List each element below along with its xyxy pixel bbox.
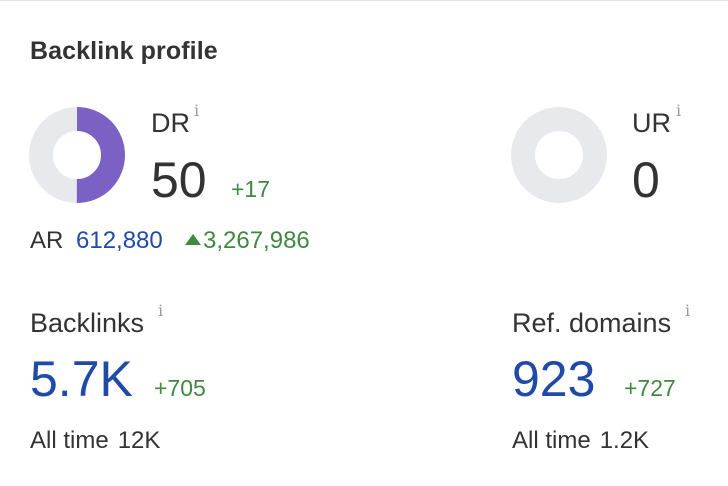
ur-value: 0: [632, 152, 660, 208]
ref-domains-all-time-value: 1.2K: [599, 427, 650, 454]
backlinks-value[interactable]: 5.7K: [30, 354, 133, 404]
triangle-up-icon: [185, 234, 201, 245]
backlinks-all-time: All time 12K: [30, 427, 160, 455]
dr-value: 50: [151, 152, 207, 208]
backlinks-label: Backlinks: [30, 308, 145, 338]
backlinks-all-time-value: 12K: [117, 427, 161, 454]
backlinks-delta: +705: [154, 375, 206, 401]
backlinks-all-time-label: All time: [30, 427, 109, 454]
ar-delta: 3,267,986: [203, 227, 310, 254]
ar-value[interactable]: 612,880: [76, 227, 163, 255]
dr-info-icon[interactable]: i: [194, 101, 199, 120]
ref-domains-value[interactable]: 923: [512, 354, 595, 404]
card-title: Backlink profile: [30, 37, 218, 65]
ar-label: AR: [30, 227, 64, 254]
dr-delta: +17: [231, 176, 271, 202]
ur-info-icon[interactable]: i: [676, 101, 681, 120]
dr-label: DR: [151, 108, 190, 138]
ref-domains-all-time: All time 1.2K: [512, 427, 649, 455]
ur-gauge: [511, 107, 607, 203]
ref-domains-info-icon[interactable]: i: [685, 301, 690, 320]
backlinks-info-icon[interactable]: i: [158, 301, 163, 320]
ref-domains-label: Ref. domains: [512, 308, 672, 338]
ref-domains-delta: +727: [624, 375, 676, 401]
dr-gauge: [29, 107, 125, 203]
backlink-profile-card: Backlink profile DR i 50 +17 UR i 0 AR 6…: [0, 0, 728, 486]
ref-domains-all-time-label: All time: [512, 427, 591, 454]
ur-label: UR: [632, 108, 671, 138]
